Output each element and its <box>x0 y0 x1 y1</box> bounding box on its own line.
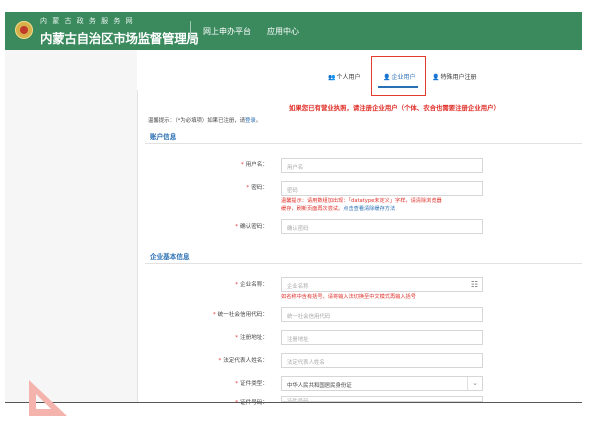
header-divider <box>190 21 191 43</box>
nav-online-platform[interactable]: 网上申办平台 <box>203 26 251 37</box>
password-hint: 温馨提示：请用数组加出现：「datatype未定义」字样，请清除浏览器 缓存，刷… <box>281 197 442 213</box>
password-hint-line1: 温馨提示：请用数组加出现：「datatype未定义」字样，请清除浏览器 <box>281 198 442 204</box>
user-icon: 👤 <box>383 74 391 81</box>
credit-code-input[interactable]: 统一社会信用代码 <box>281 307 483 322</box>
id-type-label: * 证件类型： <box>235 381 268 387</box>
id-type-select[interactable]: 中华人民共和国居民身份证 ⌄ <box>281 376 483 391</box>
tip-suffix: 。 <box>255 118 262 124</box>
left-panel <box>5 50 137 402</box>
bottom-border <box>5 402 582 403</box>
password-hint-line2: 缓存，刷新页面再次尝试。 <box>281 206 344 212</box>
company-name-placeholder: 企业名称 <box>287 284 309 290</box>
tip-text: 温馨提示：（*为必填项）如果已注册，请 <box>148 118 246 124</box>
section-divider <box>145 263 582 264</box>
section-title-company: 企业基本信息 <box>150 253 190 261</box>
chevron-down-icon: ⌄ <box>467 377 482 390</box>
registration-warning: 如果您已有营业执照，请注册企业用户（个体、农合也需要注册企业用户） <box>289 104 500 112</box>
company-name-input[interactable]: 企业名称 ☷ <box>281 277 483 292</box>
tab-company-label: 企业用户 <box>391 74 416 81</box>
qr-code-icon[interactable]: ☷ <box>471 280 478 289</box>
nav-app-center[interactable]: 应用中心 <box>267 26 299 37</box>
org-subtitle: 内 蒙 古 政 务 服 务 网 <box>40 17 135 25</box>
legal-rep-input[interactable]: 法定代表人姓名 <box>281 353 483 368</box>
section-divider <box>145 143 582 144</box>
address-input[interactable]: 注册地址 <box>281 330 483 345</box>
users-icon: 👥 <box>328 74 336 81</box>
tab-personal-user[interactable]: 👥个人用户 <box>328 72 361 81</box>
content-divider <box>137 90 138 402</box>
tip-line: 温馨提示：（*为必填项）如果已注册，请登录。 <box>148 116 261 124</box>
company-name-hint: 如名称中含有括号，请将输入法切换至中文模式再输入括号 <box>281 294 416 300</box>
org-name[interactable]: 内蒙古自治区市场监督管理局 <box>40 28 199 47</box>
id-type-value: 中华人民共和国居民身份证 <box>287 383 352 389</box>
login-link[interactable]: 登录 <box>245 118 256 124</box>
username-input[interactable]: 用户名 <box>281 158 483 173</box>
national-emblem-icon <box>15 21 33 39</box>
company-name-label: * 企业名称： <box>235 282 268 288</box>
password-label: * 密码： <box>246 185 268 191</box>
clear-cache-link[interactable]: 点击查看清除缓存方法 <box>343 206 395 212</box>
username-label: * 用户名： <box>240 162 268 168</box>
tab-special-label: 特殊用户注册 <box>440 74 477 81</box>
triangle-logo-icon <box>29 380 67 416</box>
legal-rep-label: * 法定代表人姓名： <box>218 358 268 364</box>
section-title-account: 账户信息 <box>150 133 177 141</box>
credit-code-label: * 统一社会信用代码： <box>212 312 268 318</box>
address-label: * 注册地址： <box>235 335 268 341</box>
tab-company-user[interactable]: 👤企业用户 <box>383 72 416 81</box>
tab-personal-label: 个人用户 <box>336 74 361 81</box>
active-tab-indicator <box>378 86 418 88</box>
confirm-password-label: * 确认密码： <box>235 224 268 230</box>
tab-special-user[interactable]: 👤特殊用户注册 <box>432 72 477 81</box>
confirm-password-input[interactable]: 确认密码 <box>281 219 483 234</box>
user-icon: 👤 <box>432 74 440 81</box>
password-input[interactable]: 密码 <box>281 181 483 196</box>
